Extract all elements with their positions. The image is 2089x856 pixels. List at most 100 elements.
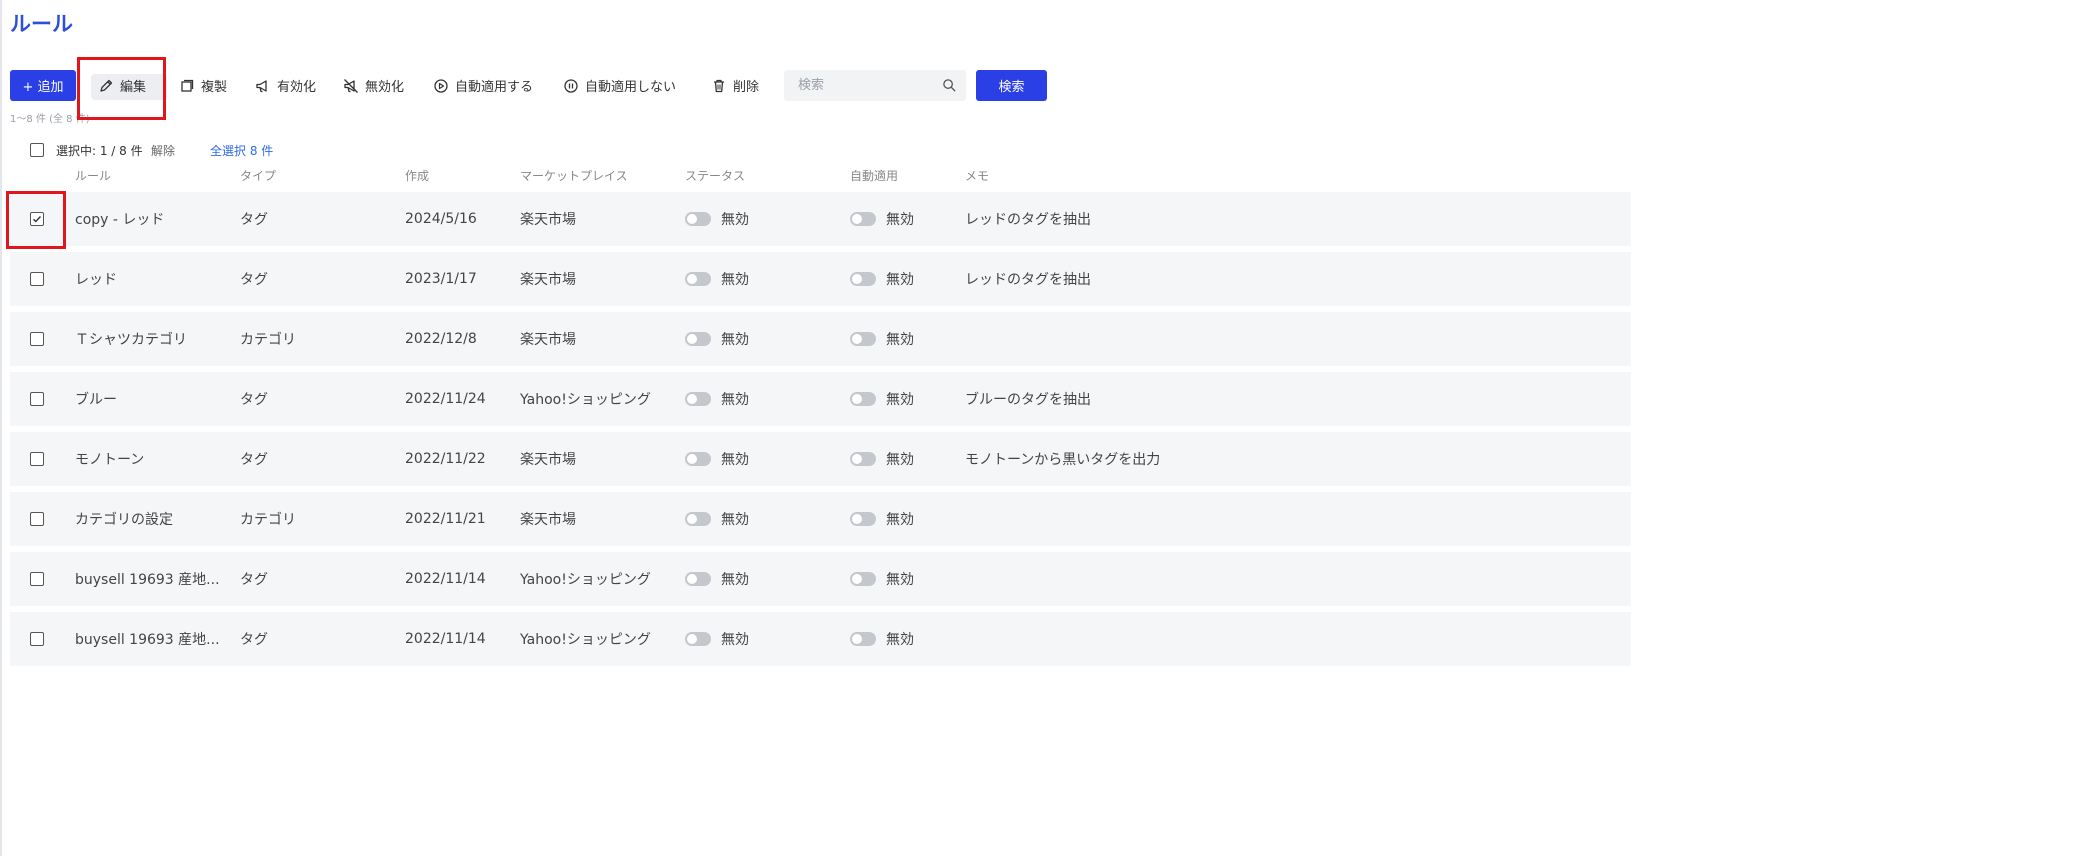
highlight-box-edit — [77, 57, 166, 120]
status-toggle[interactable] — [685, 272, 711, 286]
cell-auto-apply: 無効 — [850, 312, 914, 366]
auto-apply-toggle[interactable] — [850, 452, 876, 466]
column-header-type[interactable]: タイプ — [240, 167, 276, 184]
status-label: 無効 — [721, 632, 749, 648]
clear-selection-link[interactable]: 解除 — [151, 142, 175, 159]
column-header-memo[interactable]: メモ — [965, 167, 989, 184]
column-header-created[interactable]: 作成 — [405, 167, 429, 184]
add-button[interactable]: + 追加 — [10, 70, 76, 101]
search-input[interactable] — [784, 70, 948, 101]
table-row[interactable]: copy - レッド タグ 2024/5/16 楽天市場 無効 無効 レッドのタグを抽出 — [10, 192, 1631, 246]
cell-rule[interactable]: buysell 19693 産地... — [75, 552, 220, 606]
select-all-checkbox[interactable] — [30, 143, 44, 157]
cell-auto-apply: 無効 — [850, 252, 914, 306]
cell-rule[interactable]: レッド — [75, 252, 117, 306]
status-toggle[interactable] — [685, 392, 711, 406]
auto-apply-toggle[interactable] — [850, 272, 876, 286]
column-header-status[interactable]: ステータス — [685, 167, 745, 184]
search-button[interactable]: 検索 — [976, 70, 1047, 101]
selected-count: 選択中: 1 / 8 件 — [56, 144, 143, 158]
status-toggle[interactable] — [685, 572, 711, 586]
cell-auto-apply: 無効 — [850, 552, 914, 606]
row-checkbox[interactable] — [30, 392, 44, 406]
status-label: 無効 — [721, 212, 749, 228]
cell-marketplace: 楽天市場 — [520, 272, 576, 288]
auto-apply-toggle[interactable] — [850, 392, 876, 406]
auto-apply-toggle[interactable] — [850, 512, 876, 526]
cell-rule[interactable]: Ｔシャツカテゴリ — [75, 312, 187, 366]
status-toggle[interactable] — [685, 332, 711, 346]
status-toggle[interactable] — [685, 212, 711, 226]
cell-marketplace: 楽天市場 — [520, 512, 576, 528]
status-label: 無効 — [721, 512, 749, 528]
disable-button[interactable]: 無効化 — [343, 70, 404, 101]
play-circle-icon — [434, 78, 448, 93]
table-row[interactable]: buysell 19693 産地... タグ 2022/11/14 Yahoo!ショッ… — [10, 552, 1631, 606]
cell-memo: レッドのタグを抽出 — [965, 272, 1091, 288]
column-header-rule[interactable]: ルール — [75, 167, 111, 184]
auto-apply-label: 無効 — [886, 572, 914, 588]
select-all-link[interactable]: 全選択 8 件 — [210, 142, 273, 159]
cell-type: タグ — [240, 212, 268, 228]
cell-status: 無効 — [685, 372, 749, 426]
status-toggle[interactable] — [685, 452, 711, 466]
delete-button-label: 削除 — [733, 80, 760, 95]
cell-type: カテゴリ — [240, 512, 296, 528]
cell-rule[interactable]: カテゴリの設定 — [75, 492, 173, 546]
auto-apply-button[interactable]: 自動適用する — [433, 70, 533, 101]
cell-rule[interactable]: モノトーン — [75, 432, 144, 486]
row-checkbox[interactable] — [30, 272, 44, 286]
auto-apply-toggle[interactable] — [850, 632, 876, 646]
row-checkbox[interactable] — [30, 332, 44, 346]
status-toggle[interactable] — [685, 512, 711, 526]
table-row[interactable]: モノトーン タグ 2022/11/22 楽天市場 無効 無効 モノトーンから黒いタグを出力 — [10, 432, 1631, 486]
cell-memo: レッドのタグを抽出 — [965, 212, 1091, 228]
table-row[interactable]: Ｔシャツカテゴリ カテゴリ 2022/12/8 楽天市場 無効 無効 — [10, 312, 1631, 366]
no-auto-apply-button[interactable]: 自動適用しない — [563, 70, 676, 101]
delete-button[interactable]: 削除 — [711, 70, 759, 101]
cell-created: 2022/11/22 — [405, 451, 486, 467]
page-title: ルール — [10, 12, 73, 36]
search-icon — [943, 79, 956, 92]
cell-status: 無効 — [685, 312, 749, 366]
cell-status: 無効 — [685, 492, 749, 546]
cell-status: 無効 — [685, 612, 749, 666]
table-row[interactable]: レッド タグ 2023/1/17 楽天市場 無効 無効 レッドのタグを抽出 — [10, 252, 1631, 306]
cell-created: 2022/11/24 — [405, 391, 486, 407]
auto-apply-toggle[interactable] — [850, 332, 876, 346]
cell-type: タグ — [240, 452, 268, 468]
row-checkbox[interactable] — [30, 512, 44, 526]
cell-rule[interactable]: ブルー — [75, 372, 117, 426]
cell-marketplace: 楽天市場 — [520, 452, 576, 468]
row-checkbox[interactable] — [30, 572, 44, 586]
cell-created: 2024/5/16 — [405, 211, 477, 227]
megaphone-off-icon — [344, 78, 358, 93]
cell-status: 無効 — [685, 552, 749, 606]
column-header-auto-apply[interactable]: 自動適用 — [850, 167, 898, 184]
auto-apply-label: 無効 — [886, 392, 914, 408]
table-row[interactable]: カテゴリの設定 カテゴリ 2022/11/21 楽天市場 無効 無効 — [10, 492, 1631, 546]
cell-rule[interactable]: copy - レッド — [75, 192, 164, 246]
table-row[interactable]: buysell 19693 産地... タグ 2022/11/14 Yahoo!ショッ… — [10, 612, 1631, 666]
status-label: 無効 — [721, 272, 749, 288]
auto-apply-toggle[interactable] — [850, 212, 876, 226]
row-checkbox[interactable] — [30, 632, 44, 646]
cell-marketplace: 楽天市場 — [520, 332, 576, 348]
window-edge — [0, 0, 2, 856]
duplicate-button[interactable]: 複製 — [179, 70, 227, 101]
cell-rule[interactable]: buysell 19693 産地... — [75, 612, 220, 666]
status-label: 無効 — [721, 572, 749, 588]
cell-auto-apply: 無効 — [850, 612, 914, 666]
enable-button[interactable]: 有効化 — [255, 70, 316, 101]
table-row[interactable]: ブルー タグ 2022/11/24 Yahoo!ショッピング 無効 無効 ブルーのタグを抽出 — [10, 372, 1631, 426]
no-auto-apply-button-label: 自動適用しない — [585, 80, 677, 95]
auto-apply-toggle[interactable] — [850, 572, 876, 586]
auto-apply-label: 無効 — [886, 632, 914, 648]
status-label: 無効 — [721, 392, 749, 408]
status-toggle[interactable] — [685, 632, 711, 646]
row-checkbox[interactable] — [30, 452, 44, 466]
selection-bar: 選択中: 1 / 8 件 解除 全選択 8 件 — [30, 140, 273, 160]
cell-auto-apply: 無効 — [850, 432, 914, 486]
column-header-marketplace[interactable]: マーケットプレイス — [520, 167, 628, 184]
highlight-box-row-checkbox — [6, 191, 66, 249]
